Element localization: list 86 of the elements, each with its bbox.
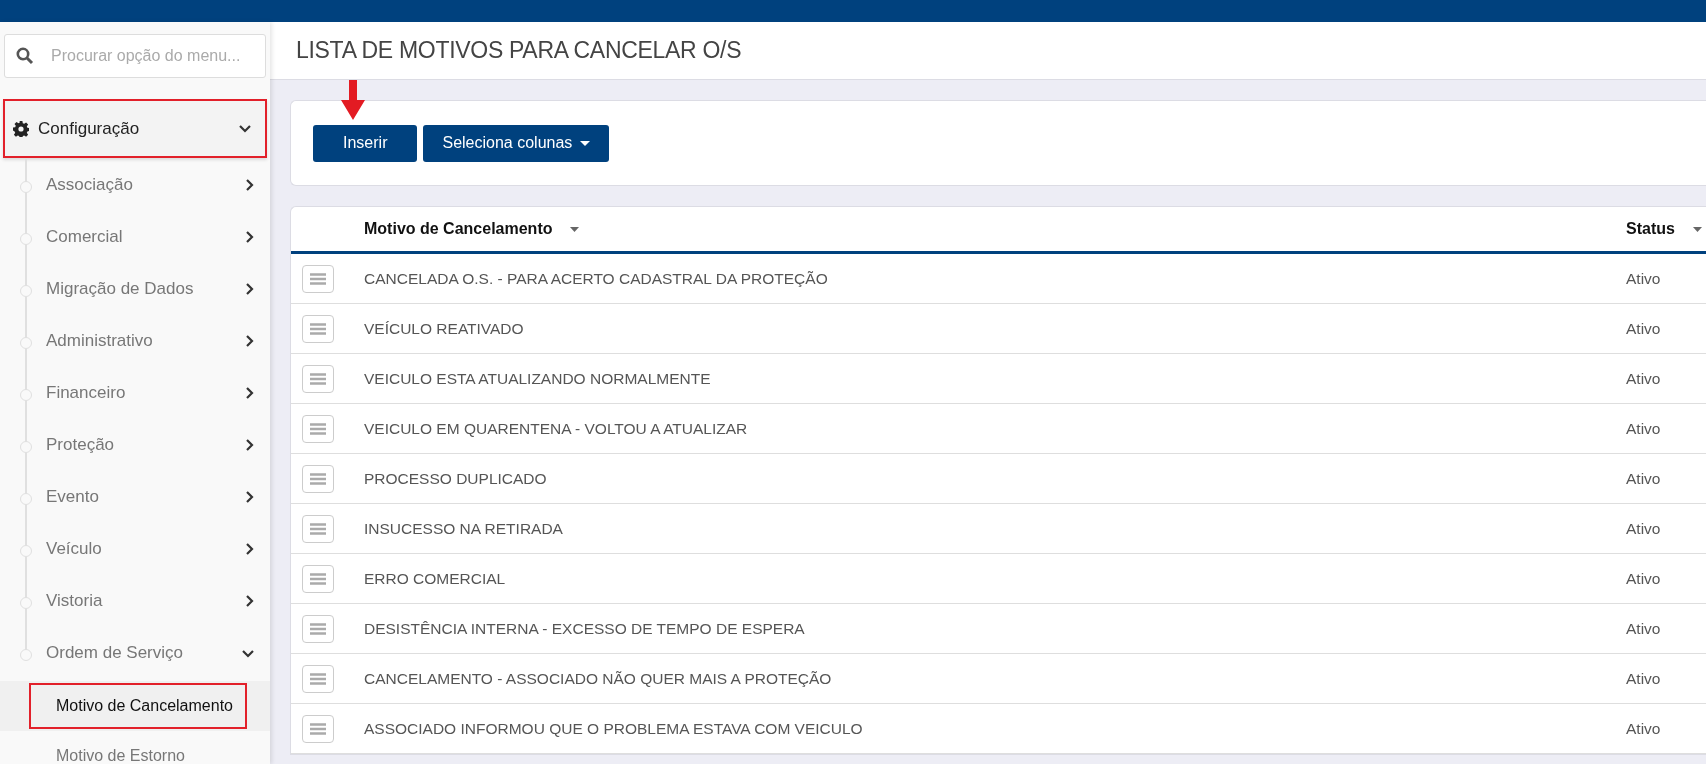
tree-node-icon (20, 389, 32, 401)
chevron-right-icon (245, 491, 254, 503)
table-cell-text: Ativo (1626, 318, 1662, 339)
tree-node-icon (20, 337, 32, 349)
menu-icon (310, 672, 326, 685)
menu-item[interactable]: Evento (0, 473, 270, 521)
chevron-right-icon (245, 439, 254, 451)
table-cell-text: INSUCESSO NA RETIRADA (364, 518, 564, 539)
table-cell-text: VEICULO ESTA ATUALIZANDO NORMALMENTE (364, 368, 712, 389)
table-cell-text: Ativo (1626, 418, 1662, 439)
caret-icon (580, 140, 591, 146)
table-cell-text: CANCELAMENTO - ASSOCIADO NÃO QUER MAIS A PROTEÇÃO (364, 668, 833, 689)
sort-caret-icon (570, 226, 580, 232)
row-menu-button[interactable] (302, 614, 334, 643)
chevron-down-icon (242, 648, 254, 658)
menu-icon (310, 272, 326, 285)
table-cell-text: VEICULO EM QUARENTENA - VOLTOU A ATUALIZAR (364, 418, 749, 439)
tree-node-icon (20, 493, 32, 505)
tree-node-icon (20, 181, 32, 193)
row-menu-button[interactable] (302, 464, 334, 493)
menu-icon (310, 572, 326, 585)
menu-item[interactable]: Veículo (0, 525, 270, 573)
row-menu-button[interactable] (302, 414, 334, 443)
table-cell-text: Ativo (1626, 568, 1662, 589)
column-header[interactable]: Motivo de Cancelamento (364, 217, 1626, 241)
menu-item[interactable]: Comercial (0, 213, 270, 261)
submenu-item[interactable]: Motivo de Cancelamento (29, 683, 247, 729)
chevron-down-icon (239, 124, 251, 133)
chevron-right-icon (245, 179, 254, 191)
menu-item[interactable]: Associação (0, 161, 270, 209)
tree-node-icon (20, 649, 32, 661)
row-menu-button[interactable] (302, 564, 334, 593)
tree-node-icon (20, 441, 32, 453)
menu-icon (310, 322, 326, 335)
row-menu-button[interactable] (302, 364, 334, 393)
table-cell-text: DESISTÊNCIA INTERNA - EXCESSO DE TEMPO DE ESPERA (364, 618, 806, 639)
menu-item[interactable]: Ordem de Serviço (0, 629, 270, 677)
table-cell-text: Ativo (1626, 518, 1662, 539)
row-menu-button[interactable] (302, 664, 334, 693)
menu-icon (310, 622, 326, 635)
menu-icon (310, 372, 326, 385)
row-menu-button[interactable] (302, 514, 334, 543)
page-title: LISTA DE MOTIVOS PARA CANCELAR O/S (296, 36, 742, 66)
row-menu-button[interactable] (302, 714, 334, 743)
menu-icon (310, 422, 326, 435)
menu-item[interactable]: Migração de Dados (0, 265, 270, 313)
menu-item[interactable]: Proteção (0, 421, 270, 469)
tree-node-icon (20, 545, 32, 557)
chevron-right-icon (245, 283, 254, 295)
search-icon (16, 47, 34, 65)
table-cell-text: Ativo (1626, 668, 1662, 689)
table-cell-text: VEÍCULO REATIVADO (364, 318, 525, 339)
tree-node-icon (20, 233, 32, 245)
table-cell-text: ERRO COMERCIAL (364, 568, 507, 589)
table-cell-text: ASSOCIADO INFORMOU QUE O PROBLEMA ESTAVA COM VEICULO (364, 718, 864, 739)
chevron-right-icon (245, 595, 254, 607)
toolbar-button[interactable]: Seleciona colunas (423, 124, 610, 162)
toolbar-button[interactable]: Inserir (313, 124, 418, 162)
table-cell-text: Ativo (1626, 618, 1662, 639)
search-field[interactable]: Procurar opção do menu... (4, 34, 266, 78)
menu-icon (310, 522, 326, 535)
menu-section[interactable]: Configuração (3, 99, 267, 158)
table-cell-text: Ativo (1626, 368, 1662, 389)
menu-item[interactable]: Financeiro (0, 369, 270, 417)
chevron-right-icon (245, 387, 254, 399)
column-header[interactable]: Status (1626, 217, 1706, 241)
chevron-right-icon (245, 543, 254, 555)
table-cell-text: Ativo (1626, 468, 1662, 489)
chevron-right-icon (245, 335, 254, 347)
table-cell-text: CANCELADA O.S. - PARA ACERTO CADASTRAL DA PROTEÇÃO (364, 268, 829, 289)
menu-icon (310, 472, 326, 485)
chevron-right-icon (245, 231, 254, 243)
table-cell-text: PROCESSO DUPLICADO (364, 468, 548, 489)
gear-icon (13, 120, 29, 137)
sort-caret-icon (1692, 226, 1702, 232)
table-cell-text: Ativo (1626, 268, 1662, 289)
menu-item[interactable]: Administrativo (0, 317, 270, 365)
menu-section-label: Configuração (38, 117, 141, 140)
row-menu-button[interactable] (302, 264, 334, 293)
tree-node-icon (20, 597, 32, 609)
menu-icon (310, 722, 326, 735)
tree-node-icon (20, 285, 32, 297)
menu-item[interactable]: Vistoria (0, 577, 270, 625)
row-menu-button[interactable] (302, 314, 334, 343)
table-cell-text: Ativo (1626, 718, 1662, 739)
submenu-item[interactable]: Motivo de Estorno (29, 733, 199, 764)
